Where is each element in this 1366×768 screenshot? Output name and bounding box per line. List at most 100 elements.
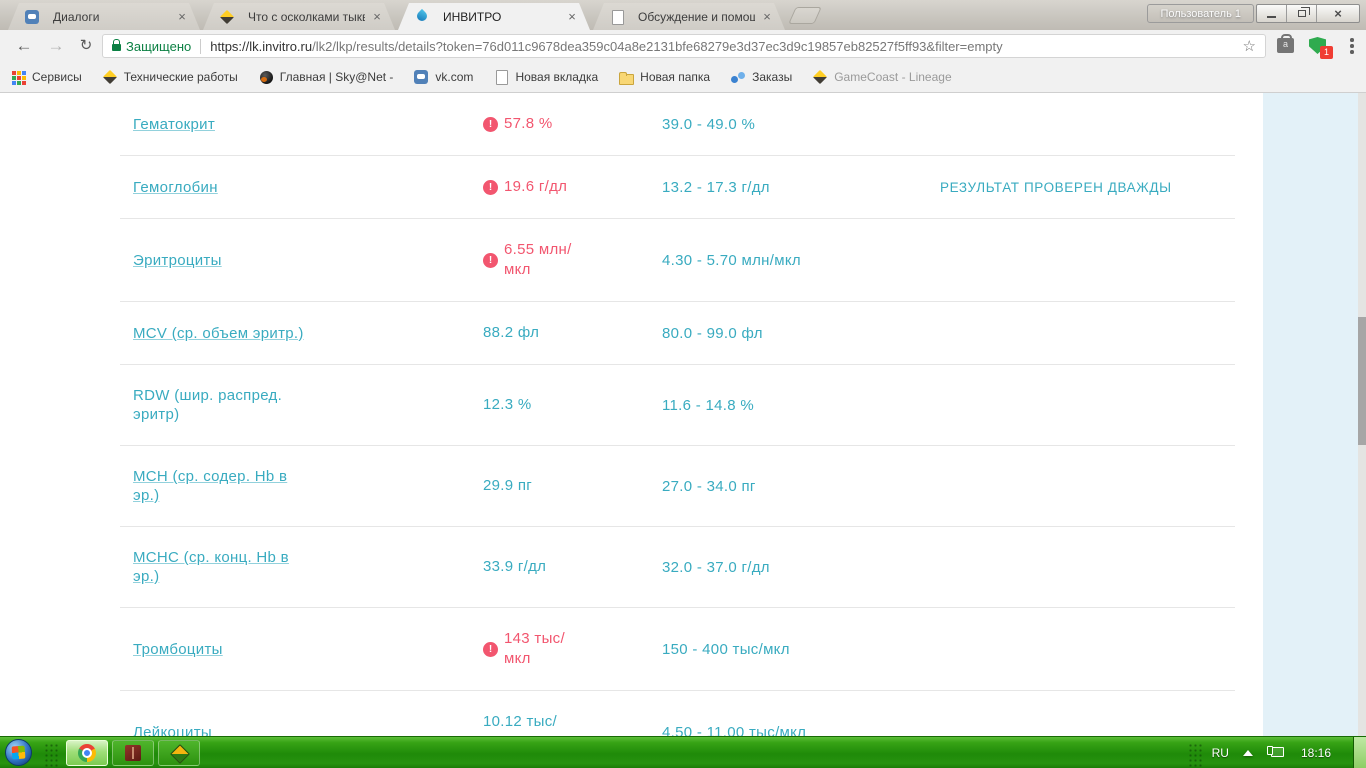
results-page: Гематокрит 57.8 % 39.0 - 49.0 % Гемоглоб…	[0, 93, 1366, 736]
result-value: 57.8 %	[483, 114, 662, 134]
value-text: 19.6 г/дл	[504, 177, 567, 197]
verified-note: РЕЗУЛЬТАТ ПРОВЕРЕН ДВАЖДЫ	[940, 180, 1235, 195]
url-separator	[200, 39, 201, 54]
tab-close-icon[interactable]	[564, 9, 580, 25]
browser-tab[interactable]: Диалоги	[8, 3, 200, 30]
bookmark-item[interactable]: Новая папка	[618, 69, 710, 85]
result-value: 143 тыс/ мкл	[483, 629, 662, 669]
show-desktop-button[interactable]	[1353, 737, 1366, 768]
result-value: 88.2 фл	[483, 323, 662, 343]
test-name-link[interactable]: Лейкоциты	[133, 724, 212, 737]
bookmark-item[interactable]: Технические работы	[102, 69, 238, 85]
taskbar-app-button[interactable]	[112, 740, 154, 766]
taskbar-apps	[66, 740, 204, 766]
test-name-link[interactable]: MCH (ср. содер. Hb в эр.)	[133, 468, 287, 504]
taskbar-app-button[interactable]	[66, 740, 108, 766]
clock[interactable]: 18:16	[1301, 746, 1331, 760]
reference-range: 27.0 - 34.0 пг	[662, 478, 940, 495]
bookmark-item[interactable]: Новая вкладка	[493, 69, 598, 85]
reference-range: 39.0 - 49.0 %	[662, 116, 940, 133]
browser-tab[interactable]: Что с осколками тыкв ?	[203, 3, 395, 30]
value-text: 12.3 %	[483, 395, 532, 415]
extension-badge: 1	[1320, 46, 1333, 59]
tray-expand-icon[interactable]	[1243, 750, 1253, 756]
close-button[interactable]	[1317, 5, 1359, 22]
back-button[interactable]: ←	[12, 35, 36, 57]
bookmark-star-icon[interactable]	[1241, 37, 1258, 55]
bookmark-label: Заказы	[752, 70, 792, 84]
reference-range: 13.2 - 17.3 г/дл	[662, 179, 940, 196]
value-text: 57.8 %	[504, 114, 553, 134]
result-row: RDW (шир. распред. эритр) 12.3 % 11.6 - …	[120, 365, 1235, 446]
bookmark-item[interactable]: Сервисы	[10, 69, 82, 85]
scrollbar-thumb[interactable]	[1358, 317, 1366, 445]
tab-title: Что с осколками тыкв ?	[248, 10, 365, 24]
alert-icon	[483, 180, 498, 195]
pills-icon	[730, 69, 746, 85]
result-row: Эритроциты 6.55 млн/ мкл 4.30 - 5.70 млн…	[120, 219, 1235, 302]
taskbar-app-button[interactable]	[158, 740, 200, 766]
folder-icon	[618, 69, 634, 85]
test-name-link: RDW (шир. распред. эритр)	[133, 387, 282, 423]
bookmark-label: Технические работы	[124, 70, 238, 84]
result-value: 33.9 г/дл	[483, 557, 662, 577]
game-icon	[124, 744, 142, 762]
drop-icon	[414, 9, 430, 25]
new-tab-button[interactable]	[788, 7, 822, 24]
value-text: 33.9 г/дл	[483, 557, 546, 577]
diamond-big-icon	[170, 744, 188, 762]
taskbar: RU 18:16	[0, 736, 1366, 768]
tab-close-icon[interactable]	[369, 9, 385, 25]
bookmark-item[interactable]: vk.com	[413, 69, 473, 85]
result-row: MCHC (ср. конц. Hb в эр.) 33.9 г/дл 32.0…	[120, 527, 1235, 608]
bookmark-item[interactable]: GameCoast - Lineage	[812, 69, 951, 85]
tab-strip: Диалоги Что с осколками тыкв ? ИНВИТРО О…	[8, 3, 788, 30]
titlebar: Диалоги Что с осколками тыкв ? ИНВИТРО О…	[0, 0, 1366, 30]
tab-close-icon[interactable]	[759, 9, 775, 25]
taskbar-separator-dots	[44, 743, 58, 767]
reload-button[interactable]: ↻	[74, 35, 98, 57]
chrome-menu-icon[interactable]	[1350, 37, 1354, 55]
extension-bag-icon[interactable]	[1277, 38, 1294, 53]
address-bar[interactable]: Защищено https://lk.invitro.ru/lk2/lkp/r…	[102, 34, 1266, 58]
alert-icon	[483, 642, 498, 657]
tab-title: Обсуждение и помощь	[638, 10, 755, 24]
profile-button[interactable]: Пользователь 1	[1147, 4, 1254, 23]
bookmark-item[interactable]: Заказы	[730, 69, 792, 85]
value-text: 88.2 фл	[483, 323, 539, 343]
diamond-icon	[812, 69, 828, 85]
tab-title: Диалоги	[53, 10, 170, 24]
minimize-button[interactable]	[1257, 5, 1287, 22]
scrollbar-track[interactable]	[1358, 93, 1366, 736]
chat-icon	[24, 9, 40, 25]
language-indicator[interactable]: RU	[1212, 746, 1229, 760]
restore-button[interactable]	[1287, 5, 1317, 22]
test-name-link[interactable]: MCHC (ср. конц. Hb в эр.)	[133, 549, 289, 585]
forward-button[interactable]: →	[44, 35, 68, 57]
secure-label: Защищено	[126, 39, 191, 54]
browser-tab[interactable]: ИНВИТРО	[398, 3, 590, 30]
value-text: 143 тыс/ мкл	[504, 629, 565, 669]
result-value: 19.6 г/дл	[483, 177, 662, 197]
test-name-link[interactable]: Тромбоциты	[133, 641, 223, 658]
reference-range: 4.50 - 11.00 тыс/мкл	[662, 724, 940, 737]
test-name-link[interactable]: MCV (ср. объем эритр.)	[133, 325, 304, 342]
bookmark-label: Главная | Sky@Net -	[280, 70, 394, 84]
result-value: 6.55 млн/ мкл	[483, 240, 662, 280]
tab-close-icon[interactable]	[174, 9, 190, 25]
test-name-link[interactable]: Гемоглобин	[133, 179, 218, 196]
bookmark-item[interactable]: Главная | Sky@Net -	[258, 69, 394, 85]
result-row: Тромбоциты 143 тыс/ мкл 150 - 400 тыс/мк…	[120, 608, 1235, 691]
tray-separator-dots	[1188, 743, 1202, 767]
bookmark-label: Сервисы	[32, 70, 82, 84]
test-name-link[interactable]: Гематокрит	[133, 116, 215, 133]
result-value: 29.9 пг	[483, 476, 662, 496]
test-name-link[interactable]: Эритроциты	[133, 252, 222, 269]
reference-range: 32.0 - 37.0 г/дл	[662, 559, 940, 576]
results-table: Гематокрит 57.8 % 39.0 - 49.0 % Гемоглоб…	[120, 93, 1235, 736]
chat-icon	[413, 69, 429, 85]
diamond-icon	[102, 69, 118, 85]
network-icon[interactable]	[1267, 746, 1283, 760]
start-button[interactable]	[5, 739, 32, 766]
browser-tab[interactable]: Обсуждение и помощь	[593, 3, 785, 30]
